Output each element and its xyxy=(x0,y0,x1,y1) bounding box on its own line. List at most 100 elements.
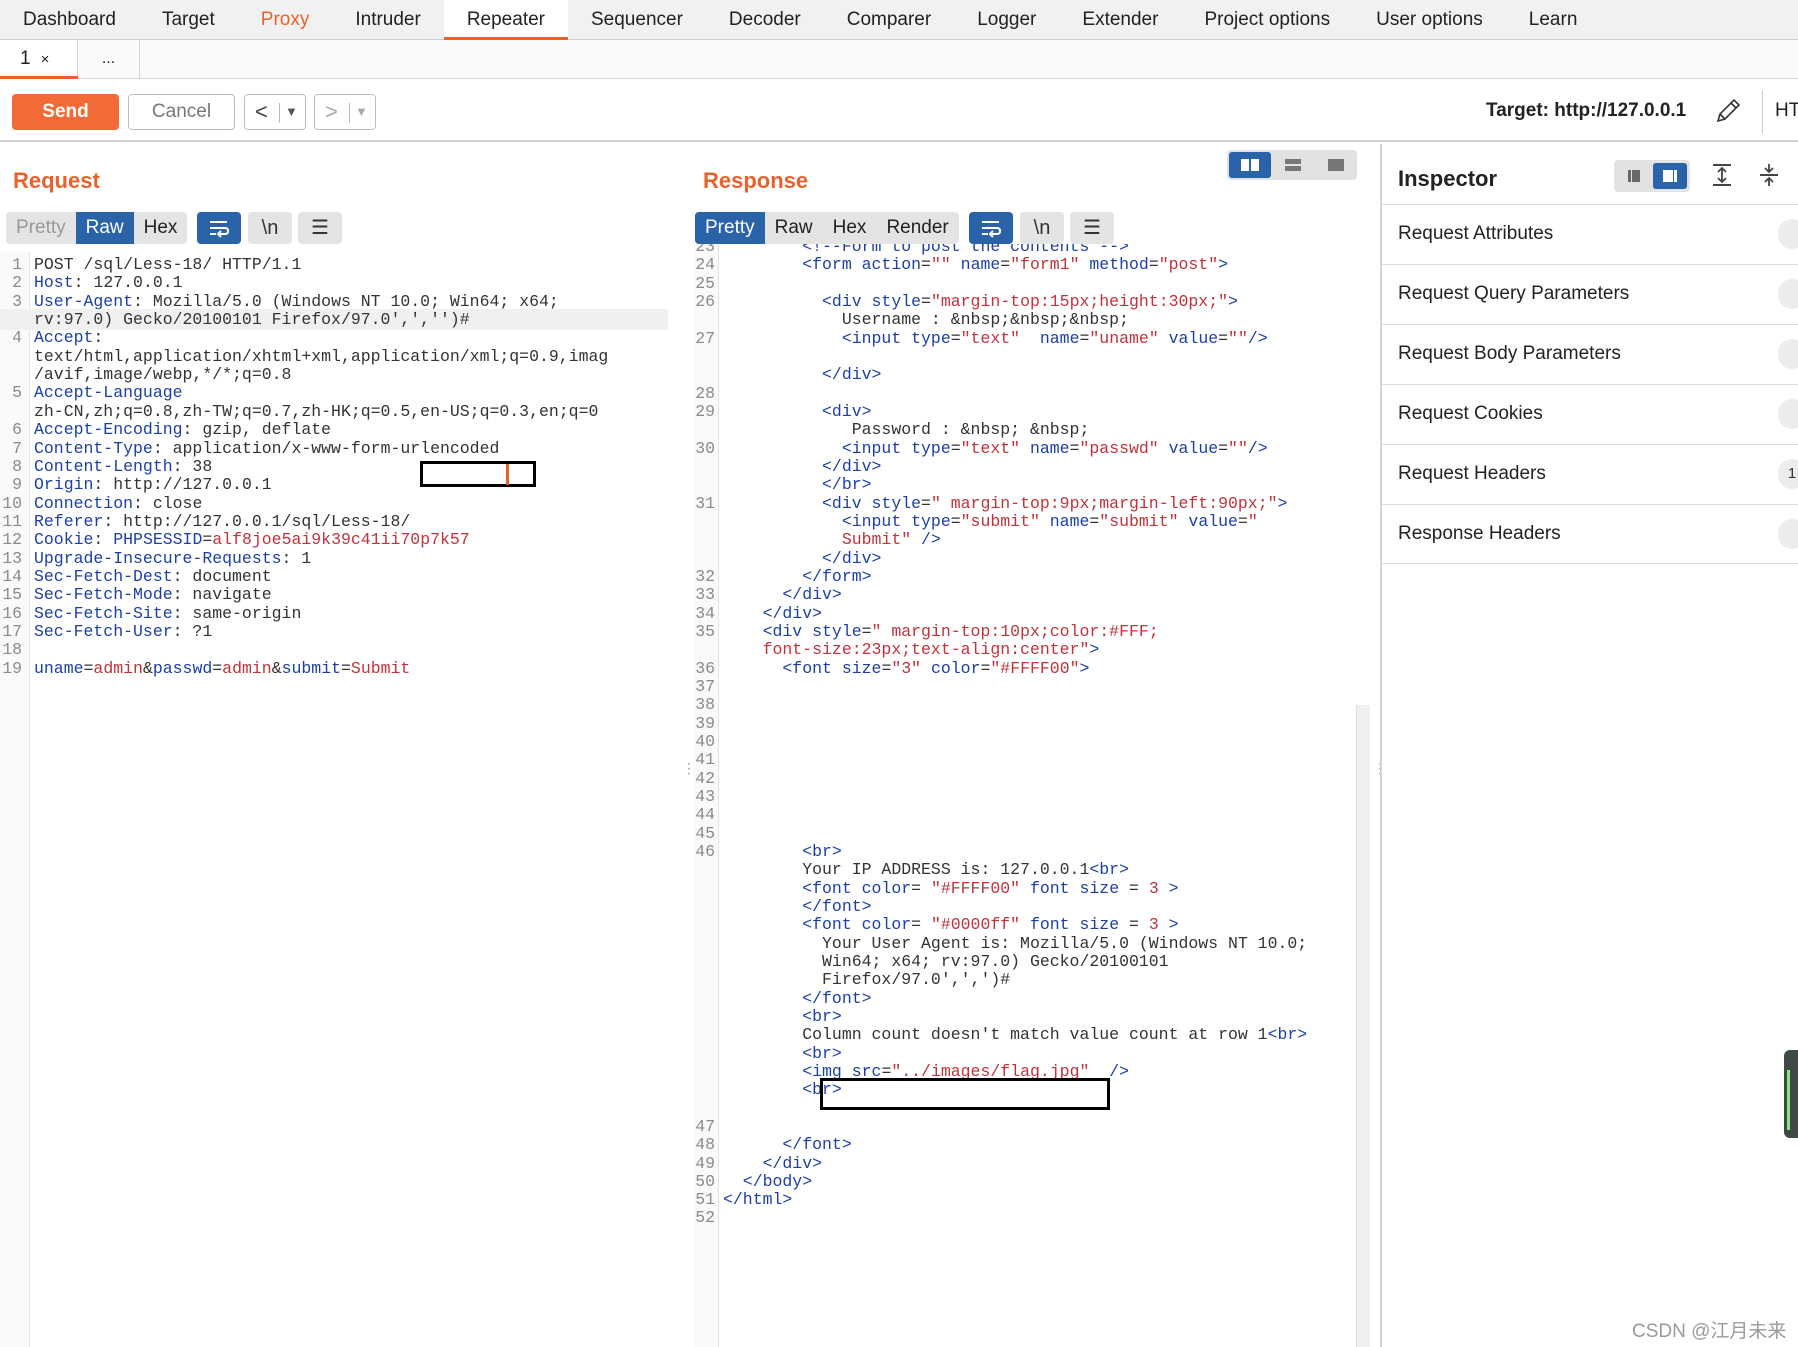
line-number: 52 xyxy=(695,1208,715,1228)
response-title: Response xyxy=(703,168,809,193)
tab-hex[interactable]: Hex xyxy=(134,212,188,244)
inspector-sections: Request Attributes Request Query Paramete… xyxy=(1382,204,1798,564)
word-wrap-icon[interactable] xyxy=(969,212,1013,244)
tab-raw[interactable]: Raw xyxy=(75,212,134,244)
tab-dashboard[interactable]: Dashboard xyxy=(0,0,139,40)
count-badge xyxy=(1778,279,1798,309)
tab-target[interactable]: Target xyxy=(139,0,238,40)
chevron-down-icon[interactable]: ▼ xyxy=(285,104,298,119)
payload-highlight-box xyxy=(420,461,536,487)
layout-tabs-icon[interactable] xyxy=(1315,152,1357,178)
menu-icon[interactable]: ☰ xyxy=(1070,212,1114,244)
response-panel: Response Pretty Raw Hex Render \n ☰ 23 <… xyxy=(693,144,1378,1347)
inspector-section-request-query-parameters[interactable]: Request Query Parameters xyxy=(1382,264,1798,324)
layout-toggle xyxy=(1227,150,1357,180)
tab-render[interactable]: Render xyxy=(876,212,958,244)
tab-sequencer[interactable]: Sequencer xyxy=(568,0,706,40)
repeater-tab-bar: 1 × ... xyxy=(0,40,1798,79)
tab-user-options[interactable]: User options xyxy=(1353,0,1506,40)
chevron-left-icon: < xyxy=(255,99,268,124)
resize-handle[interactable]: ⋮ xyxy=(1373,761,1387,775)
collapse-all-icon[interactable] xyxy=(1754,160,1784,190)
tab-raw[interactable]: Raw xyxy=(765,212,823,244)
inspector-section-label: Request Cookies xyxy=(1398,403,1543,424)
tab-comparer[interactable]: Comparer xyxy=(824,0,954,40)
code-line: 19 uname=admin&passwd=admin&submit=Submit xyxy=(0,658,668,679)
inspector-section-label: Request Query Parameters xyxy=(1398,283,1630,304)
inspector-section-label: Request Attributes xyxy=(1398,223,1554,244)
layout-side-by-side-icon[interactable] xyxy=(1229,152,1271,178)
resize-handle[interactable]: ⋮ xyxy=(682,761,696,775)
tab-repeater[interactable]: Repeater xyxy=(443,0,568,40)
edit-target-icon[interactable] xyxy=(1713,96,1743,126)
inspector-section-label: Request Body Parameters xyxy=(1398,343,1621,364)
tab-logger[interactable]: Logger xyxy=(954,0,1059,40)
side-monitor-widget[interactable] xyxy=(1784,1050,1798,1138)
response-view-tabs: Pretty Raw Hex Render xyxy=(695,212,959,244)
http-version-label: HT xyxy=(1775,100,1798,121)
divider xyxy=(1762,90,1763,134)
response-editor[interactable]: 23 <!--Form to post the contents --> 24 <… xyxy=(693,244,1356,1347)
expand-all-icon[interactable] xyxy=(1707,160,1737,190)
line-text: uname=admin&passwd=admin&submit=Submit xyxy=(34,658,411,678)
tab-pretty[interactable]: Pretty xyxy=(6,212,76,244)
inspector-title: Inspector xyxy=(1398,166,1498,191)
inspector-layout-toggle xyxy=(1614,160,1690,192)
watermark: CSDN @江月未来 xyxy=(1632,1321,1787,1342)
inspector-section-label: Request Headers xyxy=(1398,463,1546,484)
cancel-button[interactable]: Cancel xyxy=(128,94,235,130)
count-badge: 1 xyxy=(1778,459,1798,489)
tab-proxy[interactable]: Proxy xyxy=(238,0,333,40)
word-wrap-icon[interactable] xyxy=(197,212,241,244)
request-view-tabs: Pretty Raw Hex xyxy=(6,212,188,244)
tab-pretty[interactable]: Pretty xyxy=(695,212,765,244)
chevron-right-icon: > xyxy=(325,99,338,124)
inspector-section-label: Response Headers xyxy=(1398,523,1561,544)
target-label: Target: http://127.0.0.1 xyxy=(1486,100,1687,121)
payload-highlight-box xyxy=(820,1078,1110,1110)
line-number: 19 xyxy=(2,658,22,678)
divider xyxy=(349,103,350,123)
chevron-down-icon[interactable]: ▼ xyxy=(355,104,368,119)
inspector-section-request-cookies[interactable]: Request Cookies xyxy=(1382,384,1798,444)
inspector-layout-narrow-icon[interactable] xyxy=(1617,163,1651,189)
history-forward-button[interactable]: > ▼ xyxy=(314,94,376,130)
show-newlines-button[interactable]: \n xyxy=(248,212,292,244)
inspector-section-response-headers[interactable]: Response Headers xyxy=(1382,504,1798,564)
tab-decoder[interactable]: Decoder xyxy=(706,0,824,40)
tab-intruder[interactable]: Intruder xyxy=(332,0,443,40)
count-badge xyxy=(1778,339,1798,369)
count-badge xyxy=(1778,399,1798,429)
count-badge xyxy=(1778,219,1798,249)
request-editor[interactable]: 1 POST /sql/Less-18/ HTTP/1.1 2 Host: 127.0… xyxy=(0,252,668,1347)
code-line: 52 xyxy=(693,1207,1356,1228)
tab-learn[interactable]: Learn xyxy=(1506,0,1601,40)
tab-project-options[interactable]: Project options xyxy=(1181,0,1353,40)
inspector-section-request-body-parameters[interactable]: Request Body Parameters xyxy=(1382,324,1798,384)
divider xyxy=(279,103,280,123)
show-newlines-button[interactable]: \n xyxy=(1020,212,1064,244)
request-title: Request xyxy=(13,168,100,193)
inspector-section-request-attributes[interactable]: Request Attributes xyxy=(1382,204,1798,264)
repeater-tab-label: 1 xyxy=(20,48,31,69)
count-badge xyxy=(1778,519,1798,549)
text-cursor xyxy=(506,464,509,485)
inspector-section-request-headers[interactable]: Request Headers 1 xyxy=(1382,444,1798,504)
layout-stacked-icon[interactable] xyxy=(1272,152,1314,178)
meter-bar xyxy=(1787,1070,1790,1130)
response-scrollbar[interactable] xyxy=(1356,705,1370,1347)
tab-extender[interactable]: Extender xyxy=(1059,0,1181,40)
request-toolbar: Send Cancel < ▼ > ▼ Target: http://127.0… xyxy=(0,80,1798,142)
main-tab-bar: Dashboard Target Proxy Intruder Repeater Sequ… xyxy=(0,0,1798,40)
inspector-layout-wide-icon[interactable] xyxy=(1653,163,1687,189)
inspector-panel: Inspector Request Attributes Request Quer… xyxy=(1380,144,1798,1347)
send-button[interactable]: Send xyxy=(12,94,119,130)
new-tab-button[interactable]: ... xyxy=(78,40,140,78)
request-panel: Request Pretty Raw Hex \n ☰ 1 POST /sql/L… xyxy=(0,144,680,1347)
repeater-tab-1[interactable]: 1 × xyxy=(0,40,78,79)
menu-icon[interactable]: ☰ xyxy=(298,212,342,244)
tab-hex[interactable]: Hex xyxy=(823,212,877,244)
history-back-button[interactable]: < ▼ xyxy=(244,94,306,130)
active-tab-underline xyxy=(0,76,78,79)
close-icon[interactable]: × xyxy=(41,51,50,68)
